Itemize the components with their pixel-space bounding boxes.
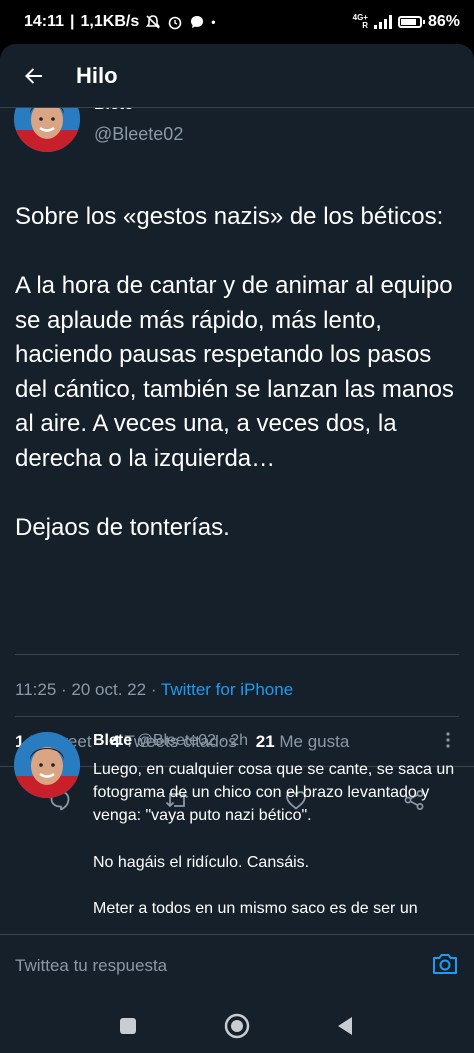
- divider: [15, 716, 459, 717]
- reply-compose-bar: Twittea tu respuesta: [0, 934, 474, 996]
- back-button[interactable]: [14, 56, 54, 96]
- reply-input[interactable]: Twittea tu respuesta: [15, 956, 167, 976]
- system-nav-bar: [0, 996, 474, 1053]
- signal-icon: [373, 15, 392, 29]
- home-button[interactable]: [217, 1006, 257, 1046]
- likes-count: 21: [255, 732, 275, 751]
- reply-author-name[interactable]: Blete: [93, 732, 132, 749]
- status-bar: 14:11 | 1,1KB/s • 4G+ R 86%: [0, 0, 474, 44]
- status-right: 4G+ R 86%: [353, 13, 460, 31]
- avatar-photo: [14, 732, 80, 798]
- dot-indicator: •: [211, 15, 216, 29]
- likes-stat[interactable]: 21 Me gusta: [256, 732, 350, 751]
- main-tweet: Blete @Bleete02 Sobre los «gestos nazis»…: [0, 86, 474, 811]
- divider: [15, 654, 459, 655]
- tweet-date: 20 oct. 22: [71, 680, 147, 699]
- author-handle[interactable]: @Bleete02: [94, 124, 183, 145]
- camera-icon: [433, 954, 457, 974]
- status-left: 14:11 | 1,1KB/s •: [24, 13, 215, 31]
- back-nav-button[interactable]: [325, 1006, 365, 1046]
- tweet-source-link[interactable]: Twitter for iPhone: [161, 680, 293, 699]
- reply-header: Blete @Bleete02 · 2h: [93, 732, 248, 750]
- reply-avatar[interactable]: [14, 732, 80, 798]
- camera-button[interactable]: [430, 949, 460, 979]
- more-options-button[interactable]: [438, 730, 458, 755]
- chat-notification-icon: [191, 16, 204, 28]
- reply-author-handle[interactable]: @Bleete02: [137, 732, 216, 749]
- network-type: 4G+ R: [353, 14, 368, 30]
- alarm-icon: [168, 16, 182, 30]
- home-circle-icon: [224, 1013, 250, 1039]
- tweet-author-row[interactable]: Blete @Bleete02: [0, 86, 474, 154]
- status-separator: |: [70, 13, 75, 30]
- recents-button[interactable]: [108, 1006, 148, 1046]
- meta-separator: ·: [220, 732, 231, 749]
- battery-icon: [397, 16, 425, 28]
- likes-label: Me gusta: [279, 732, 350, 751]
- triangle-back-icon: [338, 1017, 352, 1035]
- more-vertical-icon: [446, 732, 450, 748]
- status-time: 14:11: [24, 13, 65, 30]
- reply-text: Luego, en cualquier cosa que se cante, s…: [93, 761, 455, 918]
- top-bar: Hilo: [0, 44, 474, 108]
- battery-fill: [400, 19, 416, 25]
- page-title: Hilo: [76, 62, 118, 88]
- tweet-meta: 11:25 · 20 oct. 22 · Twitter for iPhone: [15, 680, 293, 700]
- meta-separator: ·: [150, 680, 161, 699]
- tweet-text: Sobre los «gestos nazis» de los béticos:…: [15, 203, 454, 541]
- network-sub-label: R: [362, 21, 368, 30]
- arrow-left-icon: [25, 67, 42, 84]
- thread-screen: Hilo Blete @Bleete02 Sobre los «gestos n…: [0, 44, 474, 1053]
- network-speed: 1,1KB/s: [80, 13, 140, 30]
- tweet-time: 11:25: [15, 680, 57, 699]
- battery-percent: 86%: [427, 13, 460, 30]
- square-icon: [120, 1018, 136, 1034]
- mute-icon: [146, 15, 161, 29]
- meta-separator: ·: [61, 680, 72, 699]
- reply-age: 2h: [230, 732, 249, 749]
